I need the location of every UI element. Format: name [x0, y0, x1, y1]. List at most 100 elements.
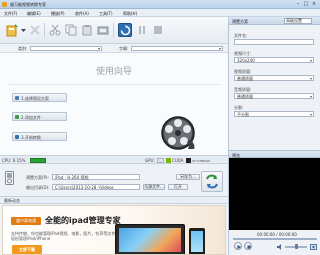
banner-download-button[interactable]: 立即下载	[12, 245, 42, 254]
play-icon	[237, 245, 241, 249]
ad-banner[interactable]: 盛兴泰铭通 全能的ipad管理专家 支持传输，你也能管理iPad视频、电影，照片…	[2, 205, 226, 255]
guide-title: 使用向导	[95, 67, 132, 77]
play-button[interactable]	[234, 242, 242, 250]
advanced-settings-select[interactable]: 高级设置	[284, 18, 312, 24]
open-folder-button[interactable]: 打开	[168, 184, 188, 190]
seek-bar[interactable]	[233, 238, 317, 240]
convert-start-button[interactable]	[118, 23, 132, 37]
app-logo-icon	[2, 2, 7, 7]
same-as-source-button[interactable]: 与源文件...	[143, 184, 165, 190]
copy-button[interactable]	[64, 23, 78, 37]
preset-select[interactable]: iPod - H.264 视频	[52, 174, 140, 180]
step-label: 3.开始转换	[21, 135, 41, 140]
menu-bar: 文件(F) 编辑(E) 播放(P) 收件(A) 工具(T) 帮助(H)	[0, 9, 320, 17]
step-add-file-button[interactable]: 2.添加文件	[12, 112, 67, 121]
ipod-device-icon	[5, 171, 14, 185]
film-edit-icon	[97, 26, 109, 35]
gpu-checkbox[interactable]	[157, 158, 164, 163]
pause-button[interactable]	[135, 23, 149, 37]
toolbar	[0, 17, 228, 44]
close-button[interactable]: ×	[311, 2, 317, 7]
preview-header: 预览	[228, 150, 320, 158]
player-controls: 00:00:00 / 00:00:00	[228, 230, 320, 255]
banner-subtitle-2: 轻松管理iPod/iPhone	[11, 236, 51, 241]
file-list-panel[interactable]: 使用向导 1.选择预设方案 2.添加文件 3.开始转换	[0, 53, 228, 155]
copy-icon	[65, 24, 77, 36]
video-preview	[228, 158, 320, 230]
volume-knob[interactable]	[295, 244, 298, 249]
status-bar: CPU: 6.15% GPU: CUDA ATI STREAM	[0, 155, 228, 164]
stop-playback-button[interactable]	[244, 242, 252, 250]
gpu-label: GPU:	[145, 158, 155, 163]
subtitle-select[interactable]	[131, 46, 223, 51]
news-header: 最新动态	[0, 197, 228, 204]
ati-stream-label: ATI STREAM	[192, 159, 210, 163]
volume-icon	[277, 244, 281, 250]
ipad-image	[115, 224, 185, 254]
category-label: 类别:	[18, 46, 28, 51]
preset-settings-panel: 预置方案 高级设置 文件名: 视频尺寸: 320x240 视频质量: 普通质量 …	[228, 17, 320, 150]
category-select[interactable]	[30, 46, 102, 51]
subtitle-label: 字幕:	[119, 46, 129, 51]
title-bar: 顺万能视频转换专家 – □ ×	[0, 0, 320, 9]
iphone-image	[189, 228, 205, 254]
output-settings-panel: 预置方案(P): iPod - H.264 视频 另存为... 输出目录(D):…	[0, 164, 228, 197]
cpu-meter	[30, 158, 46, 163]
convert-icon	[15, 135, 19, 139]
video-size-value: 320x240	[237, 58, 255, 63]
cpu-usage: CPU: 6.15%	[2, 158, 26, 163]
snapshot-icon	[310, 244, 317, 250]
delete-button[interactable]	[28, 23, 42, 37]
output-dir-input[interactable]: C:\Users\2013-10-28 -\Videos	[52, 184, 140, 190]
output-dir-value: C:\Users\2013-10-28 -\Videos	[55, 185, 114, 190]
toolbar-separator	[44, 23, 45, 37]
add-dropdown-arrow[interactable]	[20, 23, 26, 37]
preset-value: iPod - H.264 视频	[55, 175, 89, 180]
banner-brand: 盛兴泰铭通	[11, 217, 41, 225]
playback-time: 00:00:00 / 00:00:00	[257, 232, 297, 237]
add-file-icon	[15, 115, 19, 119]
output-dir-label: 输出目录(D):	[26, 185, 50, 190]
video-quality-select[interactable]: 普通质量	[234, 75, 314, 81]
save-as-button[interactable]: 另存为...	[176, 174, 200, 180]
ati-icon	[186, 158, 191, 163]
guide-divider	[9, 84, 221, 85]
preset-label: 预置方案(P):	[26, 175, 49, 180]
step-label: 2.添加文件	[21, 115, 41, 120]
step-select-preset-button[interactable]: 1.选择预设方案	[12, 93, 67, 102]
step-start-convert-button[interactable]: 3.开始转换	[12, 132, 67, 141]
preset-settings-header: 预置方案 高级设置	[229, 17, 320, 25]
stop-button[interactable]	[151, 23, 165, 37]
nvidia-icon	[166, 158, 171, 163]
convert-arrows-icon	[206, 174, 218, 189]
properties-button[interactable]	[96, 23, 110, 37]
preset-settings-title: 预置方案	[232, 19, 248, 24]
scissors-icon	[49, 24, 61, 36]
split-value: 不分割	[237, 112, 249, 117]
cut-button[interactable]	[48, 23, 62, 37]
stop-icon	[154, 26, 162, 34]
window-title: 顺万能视频转换专家	[10, 2, 46, 7]
paste-button[interactable]	[80, 23, 94, 37]
convert-button[interactable]	[201, 171, 223, 192]
refresh-icon	[120, 24, 130, 35]
news-title: 最新动态	[4, 198, 20, 203]
delete-icon	[30, 25, 40, 35]
stop-icon	[247, 245, 251, 249]
filter-bar: 类别: 字幕:	[0, 44, 228, 53]
add-file-button[interactable]	[5, 23, 19, 37]
film-reel-icon	[161, 116, 195, 150]
banner-headline: 全能的ipad管理专家	[45, 216, 121, 225]
video-size-select[interactable]: 320x240	[234, 57, 314, 63]
toolbar-separator	[113, 23, 114, 37]
maximize-button[interactable]: □	[303, 2, 309, 7]
preset-icon	[15, 96, 19, 100]
pause-icon	[139, 26, 145, 34]
cuda-label: CUDA	[172, 158, 184, 163]
filename-input[interactable]	[234, 39, 314, 45]
split-select[interactable]: 不分割	[234, 111, 314, 117]
minimize-button[interactable]: –	[295, 2, 301, 7]
video-quality-value: 普通质量	[237, 76, 253, 81]
audio-quality-select[interactable]: 普通质量	[234, 93, 314, 99]
paste-icon	[82, 25, 92, 36]
